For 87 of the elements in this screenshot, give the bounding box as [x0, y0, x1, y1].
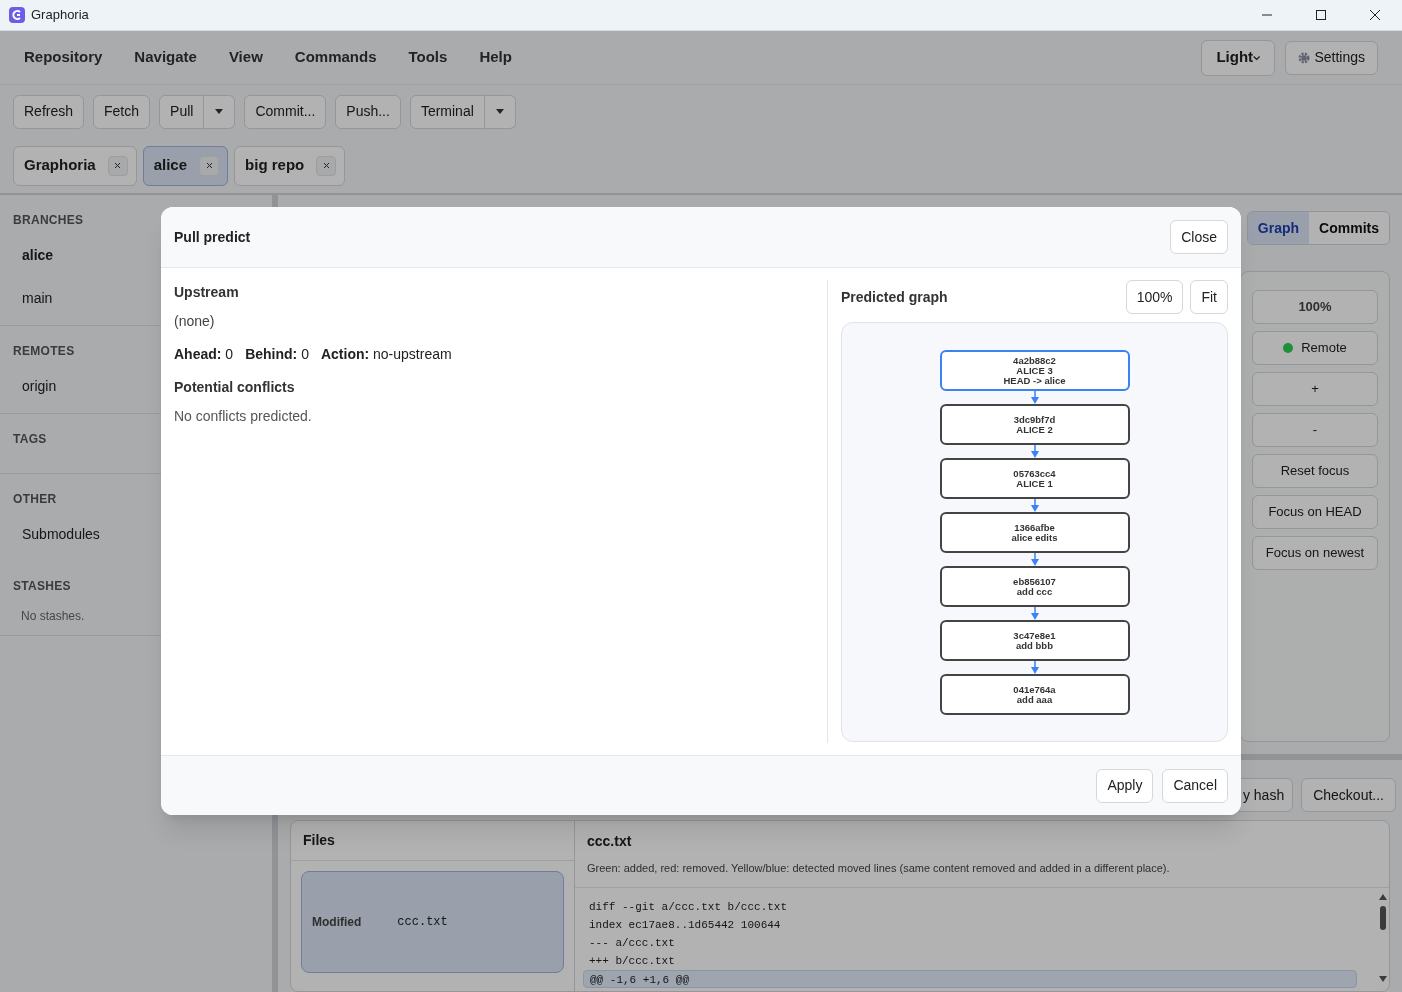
scrollbar-drawing[interactable] [1377, 893, 1389, 982]
zoom-button[interactable]: 100% [1252, 290, 1378, 324]
graph-button[interactable]: Focus on HEAD [1252, 495, 1378, 529]
toolbar-button[interactable]: Refresh [13, 94, 85, 129]
arrow-icon [1030, 445, 1039, 458]
commit-node[interactable]: eb856107 add ccc [939, 566, 1130, 607]
commit-node[interactable]: 05763cc4 ALICE 1 [939, 458, 1130, 499]
diff-line: index ec17ae8..1d65442 100644 [589, 917, 782, 933]
commit-node[interactable]: 1366afbe alice edits [939, 512, 1130, 553]
dialog-title: Pull predict [174, 227, 251, 247]
section-heading: STASHES [13, 578, 71, 595]
sidebar-item[interactable]: origin [22, 370, 57, 403]
toolbar-button[interactable]: Fetch [93, 94, 151, 129]
view-tab[interactable]: Graph [1247, 212, 1310, 244]
repo-tab[interactable]: big repo [234, 145, 346, 186]
diff-title: ccc.txt [587, 832, 633, 852]
graph-button[interactable]: - [1252, 413, 1378, 447]
panel-title: Files [291, 821, 574, 862]
graph-button[interactable]: Reset focus [1252, 454, 1378, 488]
zoom-button[interactable]: Fit [1190, 280, 1228, 314]
caret-icon [495, 109, 504, 114]
graph-button[interactable]: + [1252, 372, 1378, 406]
close-icon[interactable] [114, 162, 122, 169]
file-status: Modified [312, 914, 362, 932]
file-row[interactable]: Modified ccc.txt [301, 871, 564, 974]
close-button[interactable]: Close [1170, 220, 1228, 254]
sidebar-item[interactable]: alice [22, 239, 54, 272]
section-heading: REMOTES [13, 343, 75, 360]
action-button[interactable]: Checkout... [1301, 778, 1396, 813]
sidebar-item[interactable]: main [22, 282, 53, 315]
toolbar-button[interactable]: Pull [159, 94, 205, 129]
section-heading: Potential conflicts [174, 378, 296, 397]
toolbar-button[interactable]: Terminal [409, 94, 485, 129]
diff-legend: Green: added, red: removed. Yellow/blue: detected moved lines (same content removed and added in a different place). [587, 860, 1377, 877]
conflicts-text: No conflicts predicted. [174, 407, 313, 426]
view-tab[interactable]: Commits [1309, 212, 1389, 244]
close-icon[interactable] [1369, 9, 1381, 21]
repo-tab[interactable]: Graphoria [13, 145, 137, 186]
toolbar-button[interactable]: Push... [335, 94, 401, 129]
close-icon[interactable] [322, 162, 330, 169]
close-icon[interactable] [205, 162, 213, 169]
app-logo-icon [9, 7, 25, 23]
stat-text: Action: no-upstream [320, 345, 452, 364]
zoom-button[interactable]: 100% [1125, 280, 1184, 314]
commit-node[interactable]: 3dc9bf7d ALICE 2 [939, 404, 1130, 445]
repo-tab[interactable]: alice [142, 145, 229, 186]
chevron-icon [1253, 54, 1261, 61]
arrow-icon [1030, 661, 1039, 674]
dialog-button[interactable]: Cancel [1162, 768, 1228, 803]
section-heading: TAGS [13, 431, 47, 448]
window-title: Graphoria [31, 6, 89, 25]
menu-item[interactable]: Navigate [134, 46, 197, 69]
caret-icon [215, 109, 224, 114]
remote-button[interactable]: Remote [1252, 331, 1378, 365]
arrow-icon [1030, 607, 1039, 620]
graph-button[interactable]: Focus on newest [1252, 536, 1378, 570]
file-name: ccc.txt [397, 914, 448, 932]
menu-item[interactable]: Tools [408, 46, 448, 69]
commit-node[interactable]: 041e764a add aaa [939, 674, 1130, 715]
diff-line: --- a/ccc.txt [589, 935, 676, 951]
hunk-header: @@ -1,6 +1,6 @@ [583, 969, 1357, 988]
commit-node[interactable]: 4a2b88c2 ALICE 3 HEAD -> alice [939, 350, 1130, 391]
stat-text: Behind: 0 [245, 345, 309, 364]
menu-item[interactable]: Help [479, 46, 512, 69]
graph-title: Predicted graph [841, 287, 948, 307]
menu-item[interactable]: Repository [24, 46, 103, 69]
section-heading: BRANCHES [13, 212, 84, 229]
upstream-value: (none) [174, 312, 216, 331]
dialog-button[interactable]: Apply [1096, 768, 1154, 803]
section-heading: OTHER [13, 491, 57, 508]
sidebar-item[interactable]: Submodules [22, 518, 100, 551]
gear-icon [1298, 51, 1311, 64]
section-heading: Upstream [174, 283, 240, 302]
diff-line: diff --git a/ccc.txt b/ccc.txt [589, 899, 789, 915]
arrow-icon [1030, 391, 1039, 404]
toolbar-button[interactable]: Commit... [244, 94, 327, 129]
maximize-icon[interactable] [1315, 9, 1327, 21]
theme-select[interactable]: Light [1201, 39, 1276, 76]
stat-text: Ahead: 0 [174, 345, 234, 364]
arrow-icon [1030, 499, 1039, 512]
menu-item[interactable]: Commands [294, 46, 377, 69]
commit-node[interactable]: 3c47e8e1 add bbb [939, 620, 1130, 661]
menu-item[interactable]: View [228, 46, 263, 69]
arrow-icon [1030, 553, 1039, 566]
settings-button[interactable]: Settings [1285, 40, 1378, 75]
empty-text: No stashes. [21, 608, 85, 625]
diff-line: +++ b/ccc.txt [589, 953, 676, 969]
